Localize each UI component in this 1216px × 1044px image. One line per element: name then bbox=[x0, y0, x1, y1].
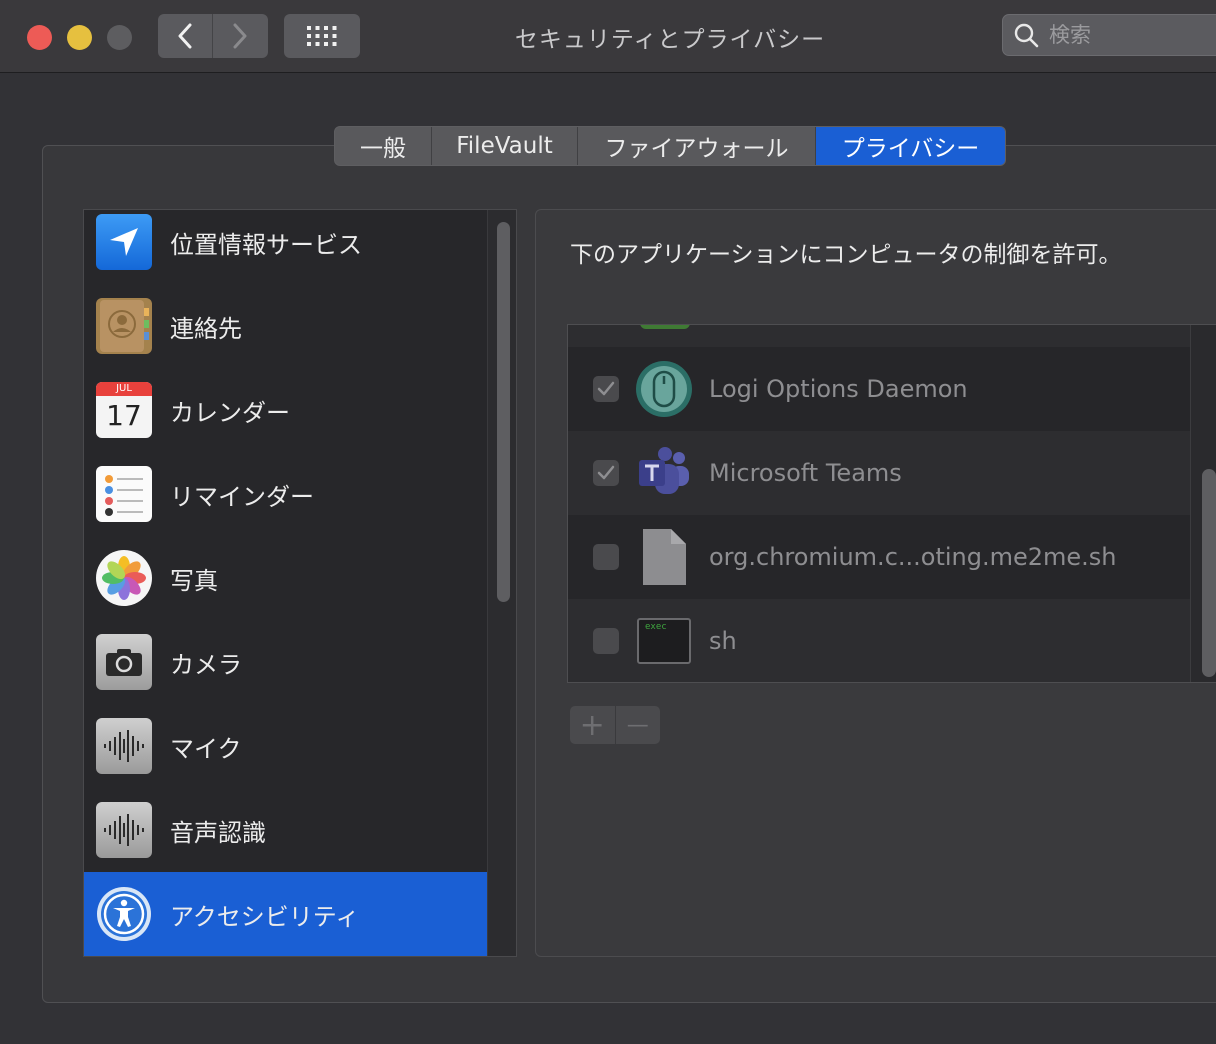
app-checkbox[interactable] bbox=[593, 376, 619, 402]
sidebar-item-label: リマインダー bbox=[170, 482, 314, 511]
app-list-scrollbar[interactable] bbox=[1190, 325, 1216, 682]
partial-app-icon bbox=[640, 325, 690, 329]
sidebar-item-contacts[interactable]: 連絡先 bbox=[84, 284, 487, 368]
search-input[interactable] bbox=[1047, 22, 1211, 48]
list-item[interactable]: Logi Options Daemon bbox=[568, 347, 1190, 431]
app-checkbox[interactable] bbox=[593, 460, 619, 486]
sidebar-item-reminders[interactable]: リマインダー bbox=[84, 452, 487, 536]
app-checkbox[interactable] bbox=[593, 544, 619, 570]
accessibility-description: 下のアプリケーションにコンピュータの制御を許可。 bbox=[570, 242, 1122, 268]
add-remove-controls: + — bbox=[570, 706, 660, 744]
terminal-icon-text: exec bbox=[645, 622, 667, 632]
sidebar-item-label: 連絡先 bbox=[170, 314, 242, 343]
reminders-list-icon bbox=[96, 466, 152, 522]
list-item[interactable]: org.chromium.c...oting.me2me.sh bbox=[568, 515, 1190, 599]
calendar-month: JUL bbox=[96, 382, 152, 396]
privacy-category-list: 位置情報サービス 連絡先 JUL 17 カレンダー リマインダー 写真 カメラ … bbox=[83, 209, 517, 957]
location-arrow-icon bbox=[96, 214, 152, 270]
speech-waveform-icon bbox=[96, 802, 152, 858]
window-title: セキュリティとプライバシー bbox=[514, 27, 826, 53]
title-bar: セキュリティとプライバシー bbox=[0, 0, 1216, 73]
camera-icon bbox=[96, 634, 152, 690]
tab-privacy[interactable]: プライバシー bbox=[815, 127, 1005, 165]
sidebar-item-accessibility[interactable]: アクセシビリティ bbox=[84, 872, 487, 956]
chevron-right-icon bbox=[233, 23, 247, 49]
minimize-button[interactable] bbox=[67, 25, 92, 50]
remove-app-button[interactable]: — bbox=[614, 706, 661, 744]
add-app-button[interactable]: + bbox=[570, 706, 615, 744]
list-item[interactable]: Microsoft Teams bbox=[568, 431, 1190, 515]
tab-bar: 一般 FileVault ファイアウォール プライバシー bbox=[334, 126, 1006, 166]
app-list-scroll-thumb[interactable] bbox=[1202, 469, 1216, 677]
sidebar-item-label: カレンダー bbox=[170, 398, 290, 427]
calendar-day: 17 bbox=[106, 399, 142, 432]
search-field[interactable] bbox=[1002, 14, 1216, 56]
sidebar-item-label: 写真 bbox=[170, 566, 218, 595]
zoom-button[interactable] bbox=[107, 25, 132, 50]
teams-icon bbox=[635, 444, 693, 502]
contacts-book-icon bbox=[96, 298, 152, 354]
search-icon bbox=[1014, 23, 1039, 48]
grid-icon bbox=[307, 26, 337, 46]
checkmark-icon bbox=[597, 381, 615, 396]
sidebar-item-location-services[interactable]: 位置情報サービス bbox=[84, 210, 487, 284]
app-checkbox[interactable] bbox=[593, 628, 619, 654]
logi-mouse-icon bbox=[635, 360, 693, 418]
app-name: Microsoft Teams bbox=[709, 459, 902, 487]
show-all-button[interactable] bbox=[284, 14, 360, 58]
tab-filevault[interactable]: FileVault bbox=[431, 127, 577, 165]
tab-firewall[interactable]: ファイアウォール bbox=[577, 127, 815, 165]
list-item-partial bbox=[568, 325, 1190, 347]
list-item[interactable]: exec sh bbox=[568, 599, 1190, 682]
sidebar-item-photos[interactable]: 写真 bbox=[84, 536, 487, 620]
sidebar-item-microphone[interactable]: マイク bbox=[84, 704, 487, 788]
tab-general[interactable]: 一般 bbox=[335, 127, 431, 165]
document-icon bbox=[635, 528, 693, 586]
sidebar-item-speech-recognition[interactable]: 音声認識 bbox=[84, 788, 487, 872]
photos-flower-icon bbox=[96, 550, 152, 606]
terminal-exec-icon: exec bbox=[635, 612, 693, 670]
sidebar-item-label: マイク bbox=[170, 734, 242, 763]
microphone-waveform-icon bbox=[96, 718, 152, 774]
sidebar-item-camera[interactable]: カメラ bbox=[84, 620, 487, 704]
forward-button[interactable] bbox=[212, 14, 267, 58]
sidebar-item-label: アクセシビリティ bbox=[170, 902, 360, 931]
sidebar-item-label: 音声認識 bbox=[170, 818, 266, 847]
checkmark-icon bbox=[597, 465, 615, 480]
close-button[interactable] bbox=[27, 25, 52, 50]
app-name: sh bbox=[709, 627, 737, 655]
calendar-icon: JUL 17 bbox=[96, 382, 152, 438]
sidebar-scrollbar[interactable] bbox=[487, 210, 516, 956]
sidebar-item-label: カメラ bbox=[170, 650, 242, 679]
app-list: Logi Options Daemon Microsoft Teams org.… bbox=[567, 324, 1216, 683]
nav-buttons bbox=[158, 14, 268, 58]
chevron-left-icon bbox=[178, 23, 192, 49]
app-name: Logi Options Daemon bbox=[709, 375, 968, 403]
back-button[interactable] bbox=[158, 14, 212, 58]
sidebar-item-label: 位置情報サービス bbox=[170, 230, 362, 259]
sidebar-item-calendar[interactable]: JUL 17 カレンダー bbox=[84, 368, 487, 452]
sidebar-scroll-thumb[interactable] bbox=[497, 222, 510, 602]
accessibility-icon bbox=[96, 886, 152, 942]
app-name: org.chromium.c...oting.me2me.sh bbox=[709, 543, 1117, 571]
